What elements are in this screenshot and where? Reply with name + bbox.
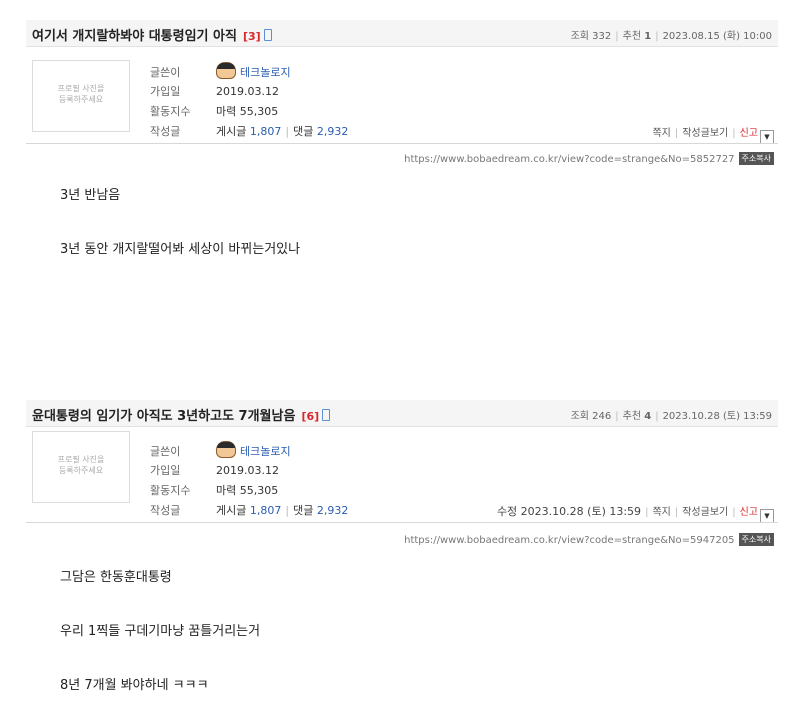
- content-line: 3년 동안 개지랄떨어봐 세상이 바뀌는거있나: [60, 242, 301, 257]
- comment-count[interactable]: [3]: [243, 30, 261, 43]
- view-posts-link[interactable]: 작성글보기: [682, 507, 728, 518]
- content-line: 우리 1찍들 구데기마냥 꿈틀거리는거: [60, 624, 261, 639]
- post-title-text: 윤대통령의 임기가 아직도 3년하고도 7개월남음: [32, 409, 296, 424]
- profile-placeholder-line2: 등록하주세요: [58, 466, 104, 475]
- content-line: 8년 7개월 봐야하네 ㅋㅋㅋ: [60, 678, 209, 693]
- copy-url-button[interactable]: 주소복사: [738, 152, 774, 165]
- posts-label: 게시글: [216, 125, 247, 138]
- post-meta: 조회 246 | 추천 4 | 2023.10.28 (토) 13:59: [570, 411, 772, 422]
- recommend-count: 1: [644, 31, 652, 42]
- joined-date: 2019.03.12: [216, 85, 279, 98]
- activity-label: 활동지수: [150, 105, 191, 118]
- posts-count[interactable]: 1,807: [250, 504, 282, 517]
- post-title: 윤대통령의 임기가 아직도 3년하고도 7개월남음 [6]: [32, 405, 331, 424]
- writings-label: 작성글: [150, 504, 181, 517]
- report-link[interactable]: 신고: [740, 507, 758, 518]
- activity-score: 마력 55,305: [216, 484, 279, 497]
- author-label: 글쓴이: [150, 66, 181, 79]
- profile-placeholder-line1: 프로필 사진을: [57, 455, 105, 464]
- comments-label: 댓글: [293, 504, 314, 517]
- author-nickname[interactable]: 테크놀로지: [240, 445, 291, 458]
- report-link[interactable]: 신고: [740, 128, 758, 139]
- post-url: https://www.bobaedream.co.kr/view?code=s…: [404, 154, 735, 165]
- posts-label: 게시글: [216, 504, 247, 517]
- dropdown-arrow-icon[interactable]: ▼: [760, 509, 774, 523]
- edited-timestamp: 수정 2023.10.28 (토) 13:59: [496, 505, 642, 518]
- post-title-text: 여기서 개지랄하봐야 대통령임기 아직: [32, 29, 237, 44]
- activity-label: 활동지수: [150, 484, 191, 497]
- mobile-icon: [263, 29, 272, 41]
- divider: [26, 143, 778, 144]
- view-count: 조회 332: [570, 31, 612, 42]
- post-tools: 쪽지 | 작성글보기 | 신고 ▼: [652, 124, 774, 144]
- post-tools: 수정 2023.10.28 (토) 13:59 | 쪽지 | 작성글보기 | 신고 ▼: [497, 503, 774, 523]
- post-content: 그담은 한동훈대통령 우리 1찍들 구데기마냥 꿈틀거리는거 8년 7개월 봐야…: [60, 564, 260, 699]
- post-title-bar: 여기서 개지랄하봐야 대통령임기 아직 [3] 조회 332 | 추천 1 | 2023.…: [26, 20, 778, 47]
- posts-count[interactable]: 1,807: [250, 125, 282, 138]
- post-title-bar: 윤대통령의 임기가 아직도 3년하고도 7개월남음 [6] 조회 246 | 추천 4…: [26, 400, 778, 427]
- author-nickname[interactable]: 테크놀로지: [240, 66, 291, 79]
- message-link[interactable]: 쪽지: [652, 507, 670, 518]
- post-url-bar: https://www.bobaedream.co.kr/view?code=s…: [404, 152, 774, 165]
- joined-date: 2019.03.12: [216, 464, 279, 477]
- dropdown-arrow-icon[interactable]: ▼: [760, 130, 774, 144]
- profile-photo-placeholder: 프로필 사진을 등록하주세요: [32, 60, 130, 132]
- author-info: 글쓴이 테크놀로지 가입일 2019.03.12 활동지수 마력 55,305 작성글…: [150, 62, 348, 142]
- recommend-count: 4: [644, 411, 652, 422]
- divider: [26, 522, 778, 523]
- recommend-label: 추천: [622, 31, 642, 42]
- activity-score: 마력 55,305: [216, 105, 279, 118]
- post-date: 2023.10.28 (토) 13:59: [662, 411, 772, 422]
- post-content: 3년 반남음 3년 동안 개지랄떨어봐 세상이 바뀌는거있나: [60, 182, 300, 263]
- joined-label: 가입일: [150, 85, 181, 98]
- writings-label: 작성글: [150, 125, 181, 138]
- comments-count[interactable]: 2,932: [317, 125, 349, 138]
- recommend-label: 추천: [622, 411, 642, 422]
- author-info: 글쓴이 테크놀로지 가입일 2019.03.12 활동지수 마력 55,305 작성글…: [150, 441, 348, 521]
- post-date: 2023.08.15 (화) 10:00: [662, 31, 772, 42]
- post-meta: 조회 332 | 추천 1 | 2023.08.15 (화) 10:00: [570, 31, 772, 42]
- avatar: [216, 441, 236, 458]
- profile-placeholder-line1: 프로필 사진을: [57, 84, 105, 93]
- profile-placeholder-line2: 등록하주세요: [58, 95, 104, 104]
- post-title: 여기서 개지랄하봐야 대통령임기 아직 [3]: [32, 25, 272, 44]
- comment-count[interactable]: [6]: [301, 410, 319, 423]
- comments-count[interactable]: 2,932: [317, 504, 349, 517]
- post-url: https://www.bobaedream.co.kr/view?code=s…: [404, 535, 735, 546]
- author-label: 글쓴이: [150, 445, 181, 458]
- avatar: [216, 62, 236, 79]
- content-line: 그담은 한동훈대통령: [60, 570, 172, 585]
- view-count: 조회 246: [570, 411, 612, 422]
- post-url-bar: https://www.bobaedream.co.kr/view?code=s…: [404, 533, 774, 546]
- mobile-icon: [322, 409, 331, 421]
- message-link[interactable]: 쪽지: [652, 128, 670, 139]
- content-line: 3년 반남음: [60, 188, 121, 203]
- joined-label: 가입일: [150, 464, 181, 477]
- comments-label: 댓글: [293, 125, 314, 138]
- view-posts-link[interactable]: 작성글보기: [682, 128, 728, 139]
- profile-photo-placeholder: 프로필 사진을 등록하주세요: [32, 431, 130, 503]
- copy-url-button[interactable]: 주소복사: [738, 533, 774, 546]
